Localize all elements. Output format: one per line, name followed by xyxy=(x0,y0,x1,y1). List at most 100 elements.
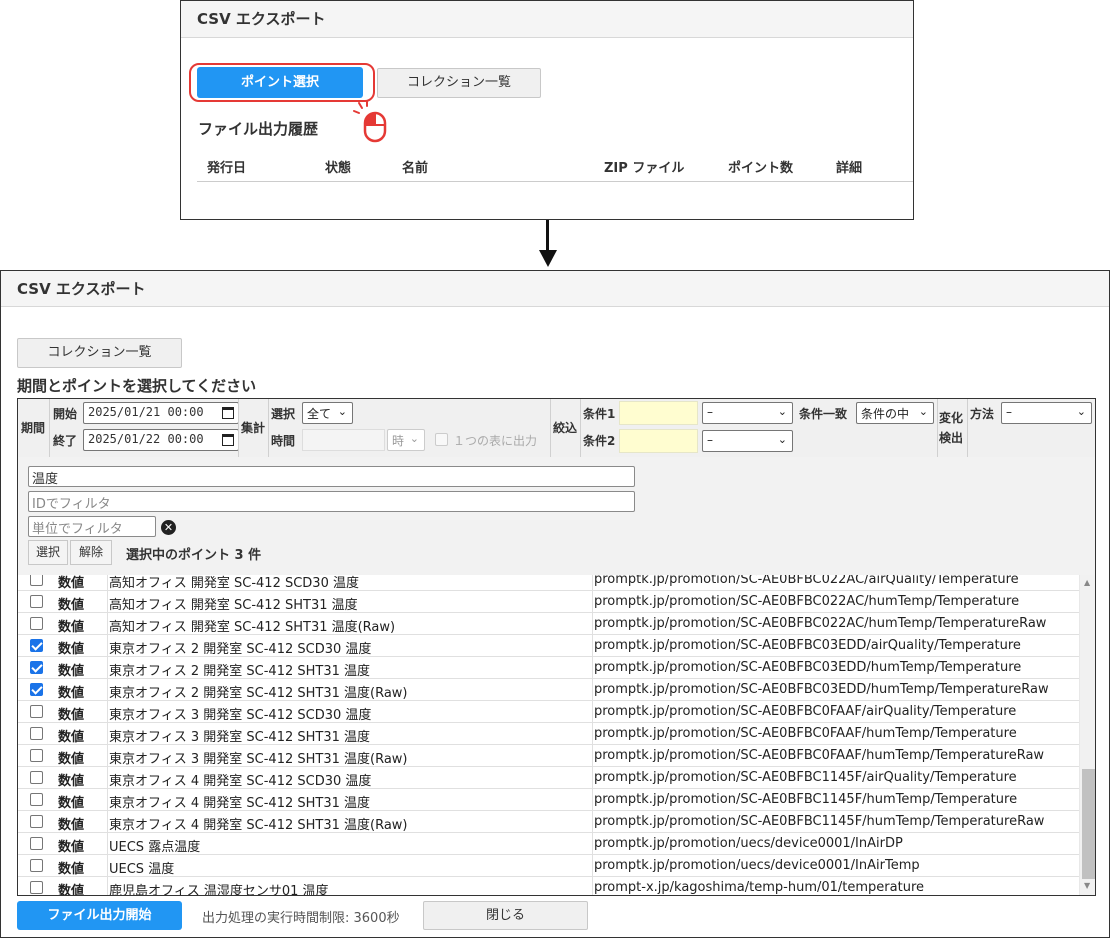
start-export-button[interactable]: ファイル出力開始 xyxy=(17,901,182,930)
dialog-subtitle: 期間とポイントを選択してください xyxy=(17,377,257,395)
point-name: 東京オフィス 2 開発室 SC-412 SCD30 温度 xyxy=(109,642,372,657)
point-path: promptk.jp/promotion/SC-AE0BFBC03EDD/air… xyxy=(594,638,1021,653)
point-path: promptk.jp/promotion/SC-AE0BFBC1145F/air… xyxy=(594,770,1017,785)
point-select-button[interactable]: ポイント選択 xyxy=(197,67,363,98)
point-name: 東京オフィス 3 開発室 SC-412 SCD30 温度 xyxy=(109,708,372,723)
list-item[interactable]: 数値 高知オフィス 開発室 SC-412 SCD30 温度 promptk.jp/p… xyxy=(18,575,1079,591)
start-datetime-input[interactable]: 2025/01/21 00:00 xyxy=(83,402,239,424)
list-item[interactable]: 数値 東京オフィス 2 開発室 SC-412 SHT31 温度(Raw) promp… xyxy=(18,679,1079,701)
list-item[interactable]: 数値 東京オフィス 3 開発室 SC-412 SCD30 温度 promptk.jp… xyxy=(18,701,1079,723)
unit-filter-input[interactable]: 単位でフィルタ xyxy=(28,516,156,537)
condition2-input[interactable] xyxy=(619,429,698,453)
list-item[interactable]: 数値 東京オフィス 2 開発室 SC-412 SHT31 温度 promptk.jp… xyxy=(18,657,1079,679)
col-zip: ZIP ファイル xyxy=(604,161,685,176)
point-checkbox[interactable] xyxy=(30,705,43,718)
match-label: 条件一致 xyxy=(799,407,848,421)
point-path: promptk.jp/promotion/SC-AE0BFBC1145F/hum… xyxy=(594,814,1045,829)
col-issue-date: 発行日 xyxy=(207,161,247,176)
id-filter-input[interactable]: IDでフィルタ xyxy=(28,491,635,512)
point-type: 数値 xyxy=(58,664,85,679)
calendar-icon[interactable] xyxy=(222,434,234,446)
col-point-count: ポイント数 xyxy=(728,161,794,176)
point-name: 東京オフィス 3 開発室 SC-412 SHT31 温度(Raw) xyxy=(109,752,408,767)
condition1-input[interactable] xyxy=(619,401,698,425)
list-item[interactable]: 数値 UECS 露点温度 promptk.jp/promotion/uecs/dev… xyxy=(18,833,1079,855)
list-item[interactable]: 数値 高知オフィス 開発室 SC-412 SHT31 温度 promptk.jp/p… xyxy=(18,591,1079,613)
list-item[interactable]: 数値 東京オフィス 2 開発室 SC-412 SCD30 温度 promptk.jp… xyxy=(18,635,1079,657)
point-checkbox[interactable] xyxy=(30,749,43,762)
scroll-down-icon[interactable]: ▼ xyxy=(1084,881,1090,890)
end-datetime-input[interactable]: 2025/01/22 00:00 xyxy=(83,429,239,451)
list-item[interactable]: 数値 高知オフィス 開発室 SC-412 SHT31 温度(Raw) promptk… xyxy=(18,613,1079,635)
point-path: promptk.jp/promotion/uecs/device0001/InA… xyxy=(594,858,920,873)
point-checkbox[interactable] xyxy=(30,639,43,652)
flow-arrow-line xyxy=(546,220,549,252)
list-item[interactable]: 数値 東京オフィス 3 開発室 SC-412 SHT31 温度 promptk.jp… xyxy=(18,723,1079,745)
point-checkbox[interactable] xyxy=(30,727,43,740)
list-item[interactable]: 数値 東京オフィス 4 開発室 SC-412 SHT31 温度(Raw) promp… xyxy=(18,811,1079,833)
scroll-up-icon[interactable]: ▲ xyxy=(1084,578,1090,587)
condition1-operator-select[interactable]: – ⌄ xyxy=(702,402,793,424)
calendar-icon[interactable] xyxy=(222,407,234,419)
list-scrollbar[interactable]: ▲ ▼ xyxy=(1079,575,1095,895)
point-type: 数値 xyxy=(58,598,85,613)
point-type: 数値 xyxy=(58,862,85,877)
list-item[interactable]: 数値 東京オフィス 4 開発室 SC-412 SHT31 温度 promptk.jp… xyxy=(18,789,1079,811)
history-title: ファイル出力履歴 xyxy=(198,120,319,138)
narrow-label: 絞込 xyxy=(553,421,578,435)
point-name: 東京オフィス 4 開発室 SC-412 SCD30 温度 xyxy=(109,774,372,789)
point-checkbox[interactable] xyxy=(30,575,43,586)
chevron-down-icon: ⌄ xyxy=(337,405,347,418)
point-checkbox[interactable] xyxy=(30,793,43,806)
time-unit-select: 時 ⌄ xyxy=(387,429,425,451)
condition2-operator-select[interactable]: – ⌄ xyxy=(702,430,793,452)
point-name: 東京オフィス 4 開発室 SC-412 SHT31 温度(Raw) xyxy=(109,818,408,833)
select-all-button[interactable]: 選択 xyxy=(28,540,68,565)
point-name: 東京オフィス 3 開発室 SC-412 SHT31 温度 xyxy=(109,730,371,745)
top-panel-title: CSV エクスポート xyxy=(181,1,913,38)
point-name: UECS 露点温度 xyxy=(109,840,201,855)
close-button[interactable]: 閉じる xyxy=(423,901,588,930)
point-checkbox[interactable] xyxy=(30,881,43,894)
aggregate-label: 集計 xyxy=(241,421,266,435)
point-path: prompt-x.jp/kagoshima/temp-hum/01/temper… xyxy=(594,880,925,895)
collection-list-button[interactable]: コレクション一覧 xyxy=(17,338,182,368)
list-item[interactable]: 数値 東京オフィス 3 開発室 SC-412 SHT31 温度(Raw) promp… xyxy=(18,745,1079,767)
collection-list-button[interactable]: コレクション一覧 xyxy=(377,68,541,98)
point-checkbox[interactable] xyxy=(30,837,43,850)
point-type: 数値 xyxy=(58,752,85,767)
scroll-thumb[interactable] xyxy=(1082,769,1095,879)
point-type: 数値 xyxy=(58,884,85,896)
match-select[interactable]: 条件の中 ⌄ xyxy=(856,402,934,424)
time-value-input xyxy=(302,429,385,451)
point-checkbox[interactable] xyxy=(30,815,43,828)
point-path: promptk.jp/promotion/SC-AE0BFBC03EDD/hum… xyxy=(594,682,1049,697)
point-path: promptk.jp/promotion/uecs/device0001/InA… xyxy=(594,836,903,851)
point-type: 数値 xyxy=(58,686,85,701)
condition1-label: 条件1 xyxy=(583,407,616,421)
clear-icon[interactable]: ✕ xyxy=(161,520,176,535)
change-detect-label-1: 変化 xyxy=(939,411,964,425)
point-checkbox[interactable] xyxy=(30,859,43,872)
aggregate-select[interactable]: 全て ⌄ xyxy=(302,402,353,424)
point-path: promptk.jp/promotion/SC-AE0BFBC0FAAF/hum… xyxy=(594,726,1017,741)
list-item[interactable]: 数値 東京オフィス 4 開発室 SC-412 SCD30 温度 promptk.jp… xyxy=(18,767,1079,789)
mouse-click-icon xyxy=(353,100,387,143)
list-item[interactable]: 数値 UECS 温度 promptk.jp/promotion/uecs/devic… xyxy=(18,855,1079,877)
select-label: 選択 xyxy=(271,407,296,421)
point-name: 鹿児島オフィス 温湿度センサ01 温度 xyxy=(109,884,329,896)
method-select[interactable]: – ⌄ xyxy=(1001,402,1092,424)
point-path: promptk.jp/promotion/SC-AE0BFBC022AC/hum… xyxy=(594,594,1020,609)
name-filter-input[interactable]: 温度 xyxy=(28,466,635,487)
point-checkbox[interactable] xyxy=(30,595,43,608)
point-checkbox[interactable] xyxy=(30,617,43,630)
deselect-all-button[interactable]: 解除 xyxy=(70,540,112,565)
list-item[interactable]: 数値 鹿児島オフィス 温湿度センサ01 温度 prompt-x.jp/kagoshi… xyxy=(18,877,1079,896)
selected-count: 選択中のポイント 3 件 xyxy=(126,548,262,563)
point-checkbox[interactable] xyxy=(30,771,43,784)
point-checkbox[interactable] xyxy=(30,683,43,696)
col-name: 名前 xyxy=(402,161,429,176)
csv-export-dialog: CSV エクスポート コレクション一覧 期間とポイントを選択してください 期間 … xyxy=(0,270,1110,938)
point-type: 数値 xyxy=(58,576,85,591)
point-checkbox[interactable] xyxy=(30,661,43,674)
